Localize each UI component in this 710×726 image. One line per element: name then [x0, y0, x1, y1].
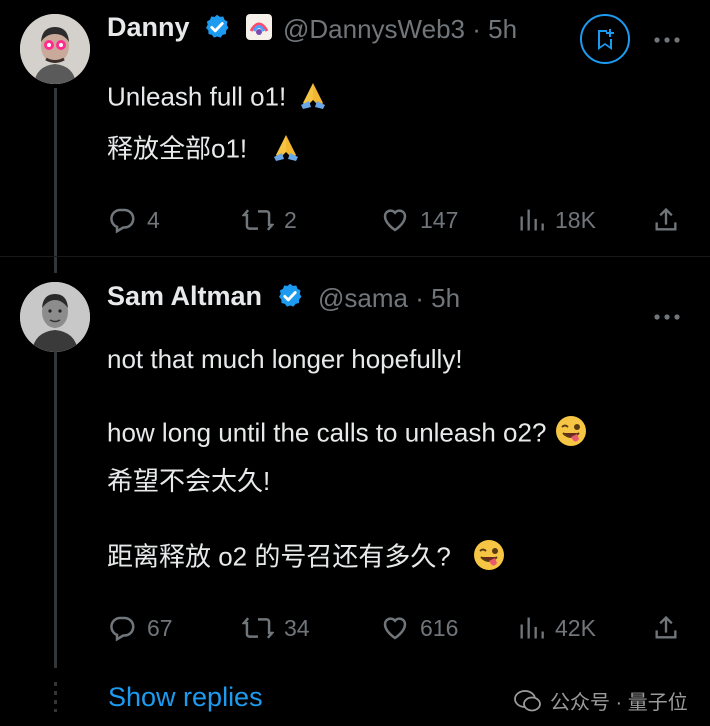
avatar[interactable]	[20, 14, 90, 84]
more-button[interactable]	[652, 297, 682, 329]
thread-line-dotted	[54, 682, 57, 712]
separator-dot: ·	[472, 14, 481, 44]
tweet-text-line4: 距离释放 o2 的号召还有多久?	[107, 538, 506, 579]
show-replies-link[interactable]: Show replies	[108, 682, 263, 713]
heart-icon	[383, 209, 407, 232]
retweet-icon	[242, 209, 274, 231]
timestamp[interactable]: 5h	[431, 283, 460, 313]
tweet-text-line2: how long until the calls to unleash o2?	[107, 414, 588, 455]
tweet-divider	[0, 256, 710, 257]
views-count: 18K	[555, 206, 596, 233]
reply-button[interactable]: 67	[107, 613, 173, 643]
tweet-text-en-question: how long until the calls to unleash o2?	[107, 417, 547, 448]
like-button[interactable]: 147	[380, 205, 458, 235]
share-icon	[655, 207, 677, 231]
retweet-button[interactable]: 2	[242, 205, 297, 235]
tweet-text-line2: 释放全部o1!	[107, 131, 302, 170]
retweet-count: 2	[284, 206, 297, 233]
tweet-text-zh: 释放全部o1!	[107, 133, 248, 164]
tweet-text-line1: Unleash full o1!	[107, 79, 329, 118]
like-count: 616	[420, 614, 459, 641]
share-button[interactable]	[652, 205, 680, 235]
like-button[interactable]: 616	[380, 613, 458, 643]
views-icon	[520, 209, 544, 231]
views-button[interactable]: 18K	[517, 205, 596, 235]
heart-icon	[383, 617, 407, 640]
author-handle-line: @sama · 5h	[318, 283, 460, 314]
tweet-text-line1: not that much longer hopefully!	[107, 344, 463, 374]
author-name-text[interactable]: Sam Altman	[107, 281, 262, 311]
tweet-text-zh-question: 距离释放 o2 的号召还有多久?	[107, 541, 451, 572]
reply-icon	[110, 208, 135, 234]
bookmark-add-icon	[598, 29, 614, 50]
author-handle[interactable]: @sama	[318, 283, 408, 313]
more-button[interactable]	[652, 20, 682, 52]
tweet-text-line3: 希望不会太久!	[107, 466, 271, 496]
avatar-danny-image	[20, 14, 90, 84]
affiliate-badge-icon	[245, 13, 272, 40]
author-handle-line: @DannysWeb3 · 5h	[283, 14, 517, 45]
watermark-text: 公众号 · 量子位	[550, 692, 688, 714]
verified-badge-icon	[278, 283, 301, 307]
retweet-count: 34	[284, 614, 310, 641]
tweet-text-en: Unleash full o1!	[107, 81, 287, 112]
thread-line-top	[54, 88, 57, 273]
watermark: 公众号 · 量子位	[514, 686, 688, 715]
views-count: 42K	[555, 614, 596, 641]
views-icon	[520, 617, 544, 639]
avatar-sam-image	[20, 282, 90, 352]
bookmark-button[interactable]	[580, 14, 630, 64]
more-icon	[654, 37, 680, 43]
avatar[interactable]	[20, 282, 90, 352]
folded-hands-emoji	[270, 131, 302, 170]
verified-badge-icon	[206, 14, 229, 38]
author-handle[interactable]: @DannysWeb3	[283, 14, 465, 44]
views-button[interactable]: 42K	[517, 613, 596, 643]
author-name[interactable]: Sam Altman	[107, 281, 304, 312]
thread-line-bottom	[54, 350, 57, 668]
share-button[interactable]	[652, 613, 680, 643]
more-icon	[654, 314, 680, 320]
retweet-button[interactable]: 34	[242, 613, 310, 643]
reply-count: 67	[147, 614, 173, 641]
separator-dot: ·	[415, 283, 424, 313]
reply-count: 4	[147, 206, 160, 233]
reply-button[interactable]: 4	[107, 205, 160, 235]
share-icon	[655, 615, 677, 639]
winking-tongue-emoji	[554, 414, 588, 455]
folded-hands-emoji	[297, 79, 329, 118]
like-count: 147	[420, 206, 459, 233]
wechat-icon	[514, 689, 541, 711]
timestamp[interactable]: 5h	[488, 14, 517, 44]
author-name[interactable]: Danny	[107, 12, 273, 43]
winking-tongue-emoji	[472, 538, 506, 579]
retweet-icon	[242, 617, 274, 639]
author-name-text[interactable]: Danny	[107, 12, 190, 42]
reply-icon	[110, 616, 135, 642]
